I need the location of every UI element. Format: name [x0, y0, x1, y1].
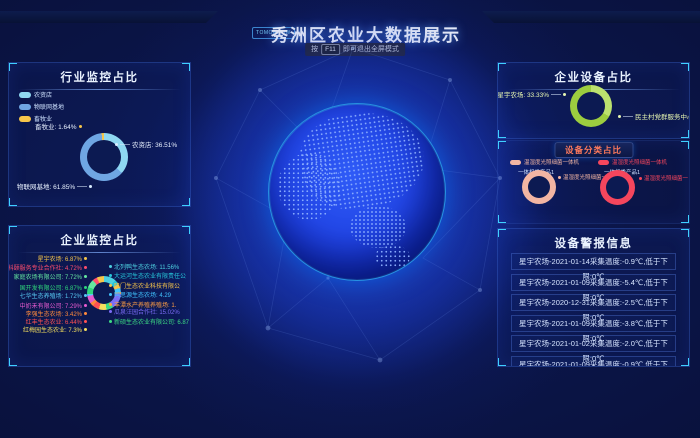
device-donut-chart-1[interactable] [522, 170, 556, 204]
equipment-donut-chart[interactable] [570, 85, 612, 127]
panel-title: 企业设备占比 [498, 63, 689, 85]
dashboard-screen: TOMORROW 秀洲区农业大数据展示 按 F11 即可退出全屏模式 行业监控占 [0, 0, 700, 438]
callout-label: 畜牧业: 1.64% [35, 121, 82, 131]
callout-label: 北列鸭生态农场: 11.56% [109, 262, 179, 271]
callout-label: 民主村党群服务中心 [618, 111, 690, 121]
callout-label: 科颐服务专业合作社: 4.72% [11, 263, 87, 272]
legend-item[interactable]: 温湿度光照细菌一体机 [598, 158, 667, 166]
callout-label: 物联网基地: 61.85% [17, 181, 92, 191]
device-donut-chart-2[interactable] [600, 170, 635, 205]
callout-label: 家庭农场有限公司: 7.72% [11, 272, 87, 281]
legend-swatch [19, 104, 31, 110]
callout-label: 红梅园生态农业: 7.3% [11, 325, 87, 334]
callout-label: 大运河生态农业有限责任公 [109, 271, 186, 280]
legend-item[interactable]: 温湿度光照细菌一体机 [510, 158, 579, 166]
legend-swatch [19, 92, 31, 98]
panel-title: 设备警报信息 [498, 229, 689, 251]
device-classification-panel: 设备分类占比 温湿度光照细菌一体机 一体机类产品1 温湿度光照细菌一 温湿度光照… [497, 140, 690, 224]
legend-swatch [598, 160, 609, 165]
panel-title: 企业监控占比 [9, 226, 190, 248]
alarm-row: 星宇农场-2021-01-02采集温度:-2.0℃,低于下限:0℃ [511, 335, 676, 352]
alarm-row: 星宇农场-2021-01-09采集温度:-0.9℃,低于下限:0℃ [511, 356, 676, 368]
panel-title: 行业监控占比 [9, 63, 190, 85]
globe-rim [268, 103, 446, 281]
callout-label: 新硕生态农业有限公司: 6.87 [109, 317, 189, 326]
device-alarm-panel: 设备警报信息 星宇农场-2021-01-14采集温度:-0.9℃,低于下限:0℃… [497, 228, 690, 367]
legend-item[interactable]: 农资店 [19, 90, 64, 99]
enterprise-monitor-panel: 企业监控占比 星宇农场: 6.87% 科颐服务专业合作社: 4.72% 家庭农场… [8, 225, 191, 367]
callout-label: 隆门生态农业科技有限公 [109, 281, 180, 290]
industry-monitor-panel: 行业监控占比 农资店 物联网基地 畜牧业 畜牧业: 1.64% 农资店: 36.… [8, 62, 191, 207]
legend-item[interactable]: 物联网基地 [19, 102, 64, 111]
panel-title-badge: 设备分类占比 [554, 142, 633, 158]
callout-label: 星宇农场: 6.87% [11, 254, 87, 263]
alarm-row: 星宇农场-2021-01-09采集温度:-3.8℃,低于下限:0℃ [511, 315, 676, 332]
legend-swatch [510, 160, 521, 165]
legend-swatch [19, 116, 31, 122]
callout-label: 星宇农场: 33.33% [500, 89, 566, 99]
alarm-list: 星宇农场-2021-01-14采集温度:-0.9℃,低于下限:0℃ 星宇农场-2… [511, 253, 676, 367]
callout-label: 七华生态养殖场: 1.72% [11, 291, 87, 300]
equipment-ratio-panel: 企业设备占比 星宇农场: 33.33% 民主村党群服务中心 [497, 62, 690, 139]
alarm-row: 星宇农场-2021-01-09采集温度:-5.4℃,低于下限:0℃ [511, 274, 676, 291]
callout-label: 温湿度光照细菌一 [639, 174, 688, 182]
callout-label: 瓜泉汪园合作社: 15.02% [109, 307, 180, 316]
alarm-row: 星宇农场-2021-01-14采集温度:-0.9℃,低于下限:0℃ [511, 253, 676, 270]
alarm-row: 星宇农场-2020-12-31采集温度:-2.5℃,低于下限:0℃ [511, 294, 676, 311]
callout-label: 温湿度光照细菌一 [558, 173, 607, 181]
callout-label: 农资店: 36.51% [115, 139, 177, 149]
title-underline [18, 252, 181, 253]
callout-label: 鸭思源生态农场: 4.29 [109, 290, 171, 299]
globe-visualization[interactable] [269, 104, 445, 280]
